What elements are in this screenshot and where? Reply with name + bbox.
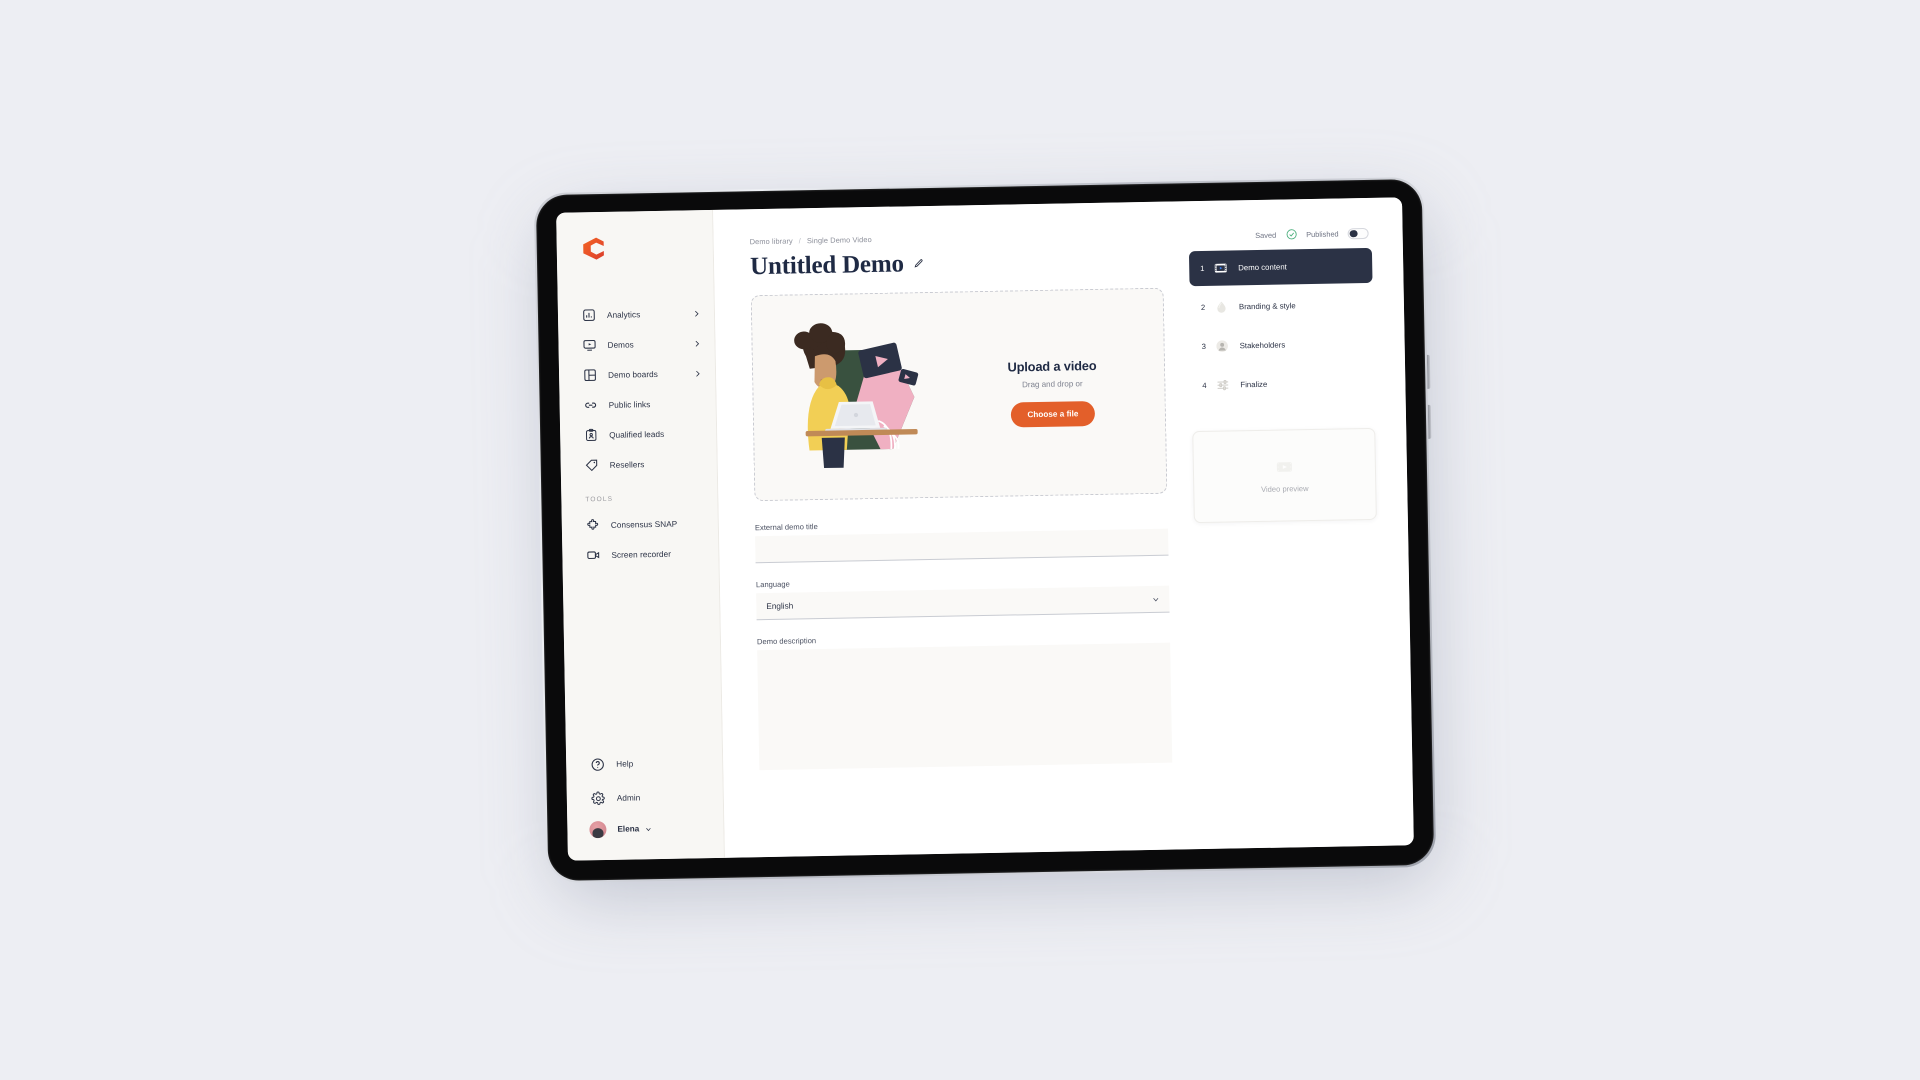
sidebar-item-demo-boards[interactable]: Demo boards xyxy=(559,358,716,391)
page-title: Untitled Demo xyxy=(749,250,904,281)
main-columns: Demo library / Single Demo Video Untitle… xyxy=(714,225,1413,793)
step-number: 3 xyxy=(1201,341,1206,351)
sidebar-item-label: Screen recorder xyxy=(611,549,672,560)
breadcrumb: Demo library / Single Demo Video xyxy=(750,230,1163,246)
layout-board-icon xyxy=(583,368,597,382)
sidebar-item-admin[interactable]: Admin xyxy=(567,779,724,816)
bar-chart-icon xyxy=(582,308,596,322)
sidebar-item-label: Consensus SNAP xyxy=(610,519,678,530)
language-select[interactable] xyxy=(756,585,1170,621)
sidebar-item-label: Qualified leads xyxy=(609,429,665,440)
clipboard-user-icon xyxy=(584,428,598,442)
chevron-down-icon xyxy=(644,825,652,833)
sidebar-item-label: Demos xyxy=(607,339,634,350)
sidebar-item-demos[interactable]: Demos xyxy=(558,328,715,361)
title-row: Untitled Demo xyxy=(750,247,1163,280)
sidebar-item-help[interactable]: Help xyxy=(566,745,723,782)
user-menu[interactable]: Elena xyxy=(567,813,723,839)
user-circle-icon xyxy=(1215,338,1230,353)
language-select-wrap xyxy=(756,585,1170,621)
film-play-icon xyxy=(1213,260,1228,275)
sidebar-item-qualified-leads[interactable]: Qualified leads xyxy=(560,418,717,451)
step-label: Finalize xyxy=(1240,379,1268,390)
published-label: Published xyxy=(1306,228,1339,239)
brand-logo-row xyxy=(556,210,713,279)
status-cluster: Saved Published xyxy=(1255,227,1369,241)
published-toggle[interactable] xyxy=(1347,227,1369,239)
sidebar-item-label: Help xyxy=(616,758,634,769)
step-label: Demo content xyxy=(1238,262,1287,273)
steps-column: 1 Demo content 2 Branding & style 3 Stak… xyxy=(1188,226,1382,784)
step-branding-style[interactable]: 2 Branding & style xyxy=(1190,287,1374,325)
video-preview-label: Video preview xyxy=(1260,484,1309,494)
sidebar-item-analytics[interactable]: Analytics xyxy=(558,298,715,331)
step-label: Branding & style xyxy=(1238,301,1296,312)
step-finalize[interactable]: 4 Finalize xyxy=(1191,365,1375,403)
step-label: Stakeholders xyxy=(1239,340,1286,351)
sidebar-item-label: Public links xyxy=(608,399,651,410)
dropzone-text: Upload a video Drag and drop or Choose a… xyxy=(958,357,1165,429)
step-number: 2 xyxy=(1200,302,1206,313)
breadcrumb-separator: / xyxy=(798,236,802,246)
demo-description-field: Demo description xyxy=(757,630,1173,776)
gear-icon xyxy=(591,791,606,805)
pencil-icon[interactable] xyxy=(913,258,924,269)
main-content: Saved Published Demo library / Single De… xyxy=(713,197,1414,858)
sidebar-item-public-links[interactable]: Public links xyxy=(559,388,716,421)
question-circle-icon xyxy=(590,757,605,771)
video-camera-icon xyxy=(586,548,600,562)
sidebar-item-consensus-snap[interactable]: Consensus SNAP xyxy=(562,508,719,541)
upload-subtext: Drag and drop or xyxy=(1022,379,1083,390)
chevron-right-icon xyxy=(692,339,701,348)
play-rect-icon xyxy=(1275,457,1294,476)
external-demo-title-input[interactable] xyxy=(755,528,1169,564)
tablet-screen: Analytics Demos Demo boards Public links… xyxy=(556,197,1414,861)
chevron-right-icon xyxy=(692,309,701,318)
external-demo-title-field: External demo title xyxy=(755,516,1169,564)
step-number: 4 xyxy=(1202,380,1207,390)
sidebar-section-tools: TOOLS xyxy=(585,495,614,504)
step-number: 1 xyxy=(1200,263,1205,274)
choose-file-button[interactable]: Choose a file xyxy=(1010,400,1096,428)
sidebar-nav-main: Analytics Demos Demo boards Public links… xyxy=(558,298,719,571)
sidebar: Analytics Demos Demo boards Public links… xyxy=(556,209,725,861)
content-column: Demo library / Single Demo Video Untitle… xyxy=(750,230,1173,792)
sidebar-nav-bottom: Help Admin Elena xyxy=(566,745,724,861)
sidebar-item-label: Analytics xyxy=(606,309,641,320)
tablet-device: Analytics Demos Demo boards Public links… xyxy=(533,176,1437,899)
breadcrumb-item-demo-library[interactable]: Demo library xyxy=(750,236,793,246)
breadcrumb-item-single-demo-video[interactable]: Single Demo Video xyxy=(807,235,872,245)
avatar xyxy=(589,820,607,839)
sidebar-item-screen-recorder[interactable]: Screen recorder xyxy=(562,538,719,571)
check-circle-icon xyxy=(1285,228,1297,240)
upload-dropzone[interactable]: Upload a video Drag and drop or Choose a… xyxy=(750,287,1168,502)
person-with-laptop-illustration xyxy=(752,314,960,478)
puzzle-piece-icon xyxy=(586,518,600,532)
demo-description-input[interactable] xyxy=(757,642,1173,771)
scene: Analytics Demos Demo boards Public links… xyxy=(0,0,1920,1080)
step-demo-content[interactable]: 1 Demo content xyxy=(1188,247,1373,287)
step-stakeholders[interactable]: 3 Stakeholders xyxy=(1190,326,1374,364)
upload-heading: Upload a video xyxy=(1007,357,1097,375)
sliders-icon xyxy=(1215,377,1230,392)
sidebar-item-label: Admin xyxy=(616,792,641,803)
sidebar-item-label: Demo boards xyxy=(608,369,658,380)
saved-label: Saved xyxy=(1255,230,1277,240)
sidebar-item-resellers[interactable]: Resellers xyxy=(560,448,717,481)
toggle-knob xyxy=(1349,229,1358,238)
link-icon xyxy=(584,398,598,412)
sidebar-item-label: Resellers xyxy=(609,459,645,470)
video-monitor-icon xyxy=(582,338,596,352)
chevron-right-icon xyxy=(693,369,702,378)
video-preview-card: Video preview xyxy=(1192,427,1377,524)
consensus-c-logo[interactable] xyxy=(581,236,606,261)
droplet-icon xyxy=(1214,299,1229,314)
tag-icon xyxy=(585,458,599,472)
language-field: Language xyxy=(756,573,1170,621)
user-name: Elena xyxy=(617,824,640,834)
